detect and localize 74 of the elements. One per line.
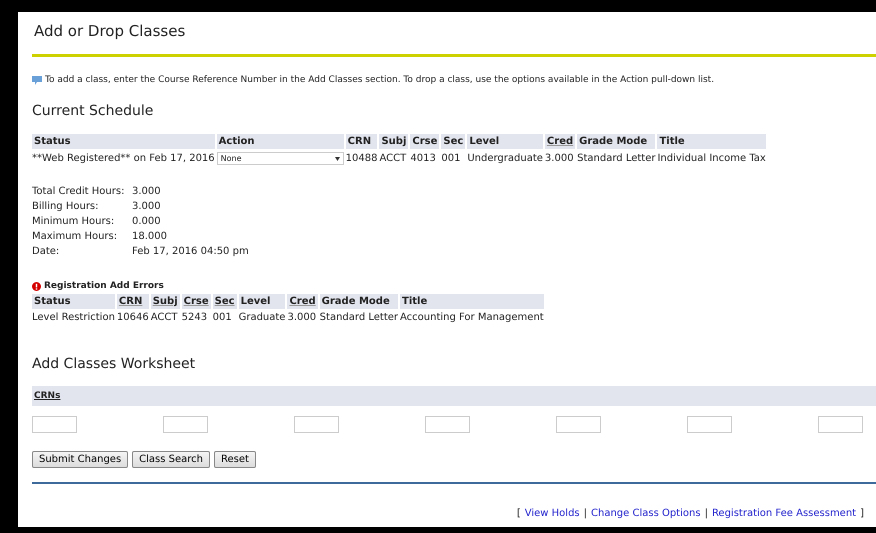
instructions-text: To add a class, enter the Course Reference Number in the Add Classes section. To drop a class, use the options available in the Action pull-down list. (45, 75, 714, 85)
column-header: Title (400, 294, 544, 309)
dropdown-caret-icon (334, 156, 340, 160)
table-cell-text: ACCT (150, 311, 178, 325)
error-heading: Registration Add Errors (44, 281, 164, 291)
crn-input-field[interactable] (556, 416, 601, 433)
table-cell-text: Level Restriction (32, 311, 115, 325)
column-header: Subj (379, 134, 408, 149)
summary-label: Billing Hours: (32, 201, 100, 212)
summary-label: Maximum Hours: (32, 231, 118, 242)
column-header: Level (467, 134, 543, 149)
table-cell-text: ACCT (379, 152, 408, 166)
table-cell-text: Standard Letter (577, 152, 656, 166)
column-header[interactable]: Crse (182, 294, 211, 309)
table-cell-text: Individual Income Tax (657, 152, 766, 166)
crn-input-field[interactable] (425, 416, 470, 433)
form-button[interactable]: Reset (214, 451, 256, 468)
summary-value: 18.000 (132, 231, 168, 242)
column-header[interactable]: Cred (287, 294, 318, 309)
table-cell-text: 001 (212, 311, 233, 325)
bracket-text: ] (860, 508, 864, 519)
column-header: Sec (441, 134, 466, 149)
summary-label: Total Credit Hours: (32, 186, 126, 197)
column-header: Crse (410, 134, 440, 149)
table-cell-text: 10646 (116, 311, 149, 325)
crn-input-field[interactable] (163, 416, 208, 433)
summary-value: 3.000 (132, 186, 162, 197)
crn-input-field[interactable] (818, 416, 863, 433)
form-button[interactable]: Class Search (132, 451, 210, 468)
footer-link[interactable]: View Holds (524, 508, 580, 519)
summary-value: 3.000 (132, 201, 162, 212)
section-heading: Current Schedule (32, 103, 154, 119)
footer-link[interactable]: Registration Fee Assessment (712, 508, 856, 519)
column-header: Level (238, 294, 286, 309)
separator-text: | (584, 508, 588, 519)
action-dropdown[interactable]: None (216, 152, 344, 165)
crn-input-field[interactable] (32, 416, 77, 433)
form-button[interactable]: Submit Changes (32, 451, 128, 468)
speech-bubble-icon (32, 76, 42, 84)
crn-input-field[interactable] (294, 416, 339, 433)
crns-label: CRNs (34, 391, 60, 401)
table-cell-text: 10488 (346, 152, 378, 166)
column-header: CRN (346, 134, 378, 149)
column-header: Status (32, 294, 115, 309)
table-cell-text: 3.000 (544, 152, 575, 166)
column-header[interactable]: Subj (150, 294, 180, 309)
table-cell-text: Accounting For Management (400, 311, 544, 325)
table-cell-text: 5243 (182, 311, 208, 325)
column-header[interactable]: Cred (544, 134, 576, 149)
table-cell-text: 4013 (410, 152, 437, 166)
table-cell-text: Standard Letter (320, 311, 398, 325)
error-icon (32, 282, 41, 290)
column-header: Grade Mode (577, 134, 656, 149)
bracket-text: [ (516, 508, 521, 519)
crn-input-field[interactable] (687, 416, 732, 433)
summary-label: Date: (32, 246, 60, 257)
table-cell-text: **Web Registered** on Feb 17, 2016 (32, 152, 215, 166)
table-cell-text: 3.000 (287, 311, 318, 325)
separator-text: | (704, 508, 708, 519)
column-header: Status (32, 134, 215, 149)
summary-value: 0.000 (132, 216, 162, 227)
column-header[interactable]: Sec (212, 294, 237, 309)
table-cell-text: 001 (441, 152, 462, 166)
summary-label: Minimum Hours: (32, 216, 116, 227)
page-title: Add or Drop Classes (34, 22, 186, 40)
section-heading: Add Classes Worksheet (32, 356, 196, 372)
table-cell-text: Graduate (238, 311, 286, 325)
column-header: Action (216, 134, 344, 149)
summary-value: Feb 17, 2016 04:50 pm (132, 246, 250, 257)
footer-link[interactable]: Change Class Options (591, 508, 701, 519)
column-header: Title (657, 134, 766, 149)
table-cell-text: Undergraduate (467, 152, 543, 166)
column-header: Grade Mode (320, 294, 398, 309)
column-header[interactable]: CRN (116, 294, 149, 309)
